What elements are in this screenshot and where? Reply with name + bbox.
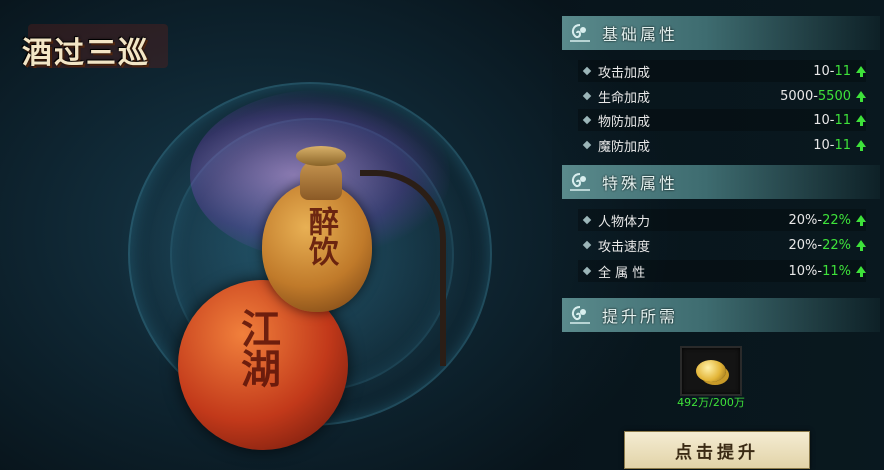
gourd-bottom-text: 江湖 bbox=[234, 308, 281, 388]
orb-icon bbox=[562, 16, 598, 50]
attr-old-value: 10- bbox=[813, 63, 835, 79]
section-title: 提升所需 bbox=[602, 307, 679, 326]
up-arrow-icon bbox=[856, 139, 866, 151]
attr-row-attack: 攻击加成 10- 11 bbox=[578, 60, 866, 82]
attr-label: 物防加成 bbox=[598, 114, 651, 130]
attr-label: 魔防加成 bbox=[598, 139, 651, 155]
attr-label: 攻击速度 bbox=[598, 239, 651, 255]
gourd-top: 醉饮 bbox=[262, 182, 372, 312]
game-stage: 酒过三巡 江湖 醉饮 基础属性 攻击加成 10- 11 生命加成 5000- 550… bbox=[0, 0, 884, 470]
attr-old-value: 20%- bbox=[788, 212, 823, 228]
gold-coins-icon bbox=[696, 360, 726, 382]
up-arrow-icon bbox=[856, 265, 866, 277]
bullet-icon bbox=[582, 115, 592, 125]
gourd-neck bbox=[300, 160, 342, 200]
attr-old-value: 10- bbox=[813, 137, 835, 153]
bullet-icon bbox=[582, 240, 592, 250]
attr-row-allstats: 全 属 性 10%- 11% bbox=[578, 260, 866, 282]
up-arrow-icon bbox=[856, 214, 866, 226]
bullet-icon bbox=[582, 66, 592, 76]
section-title: 基础属性 bbox=[602, 25, 679, 44]
section-title: 特殊属性 bbox=[602, 174, 679, 193]
special-attrs-header: 特殊属性 bbox=[562, 165, 880, 199]
attr-new-value: 22% bbox=[822, 237, 851, 253]
attr-new-value: 11 bbox=[834, 63, 851, 79]
attr-new-value: 11 bbox=[834, 137, 851, 153]
basic-attrs-header: 基础属性 bbox=[562, 16, 880, 50]
attr-label: 攻击加成 bbox=[598, 65, 651, 81]
bullet-icon bbox=[582, 215, 592, 225]
attr-row-atkspeed: 攻击速度 20%- 22% bbox=[578, 234, 866, 256]
item-title: 酒过三巡 bbox=[22, 36, 150, 71]
bullet-icon bbox=[582, 91, 592, 101]
attr-row-mdef: 魔防加成 10- 11 bbox=[578, 134, 866, 156]
gourd-cap bbox=[296, 146, 346, 166]
bullet-icon bbox=[582, 140, 592, 150]
attr-old-value: 5000- bbox=[780, 88, 818, 104]
up-arrow-icon bbox=[856, 239, 866, 251]
gourd-top-text: 醉饮 bbox=[303, 206, 338, 266]
attr-new-value: 11% bbox=[822, 263, 851, 279]
upgrade-button[interactable]: 点击提升 bbox=[624, 431, 810, 469]
attr-label: 全 属 性 bbox=[598, 265, 646, 281]
required-item-slot[interactable] bbox=[680, 346, 742, 396]
attr-old-value: 20%- bbox=[788, 237, 823, 253]
attr-old-value: 10%- bbox=[788, 263, 823, 279]
gourd-cord bbox=[360, 170, 446, 366]
required-item-count: 492万/200万 bbox=[677, 396, 745, 409]
requirement-header: 提升所需 bbox=[562, 298, 880, 332]
attr-old-value: 10- bbox=[813, 112, 835, 128]
attr-new-value: 22% bbox=[822, 212, 851, 228]
bullet-icon bbox=[582, 266, 592, 276]
attr-label: 生命加成 bbox=[598, 90, 651, 106]
attr-row-stamina: 人物体力 20%- 22% bbox=[578, 209, 866, 231]
attr-new-value: 11 bbox=[834, 112, 851, 128]
attr-label: 人物体力 bbox=[598, 214, 651, 230]
attr-new-value: 5500 bbox=[817, 88, 851, 104]
attr-row-hp: 生命加成 5000- 5500 bbox=[578, 85, 866, 107]
orb-icon bbox=[562, 298, 598, 332]
up-arrow-icon bbox=[856, 90, 866, 102]
up-arrow-icon bbox=[856, 65, 866, 77]
up-arrow-icon bbox=[856, 114, 866, 126]
attr-row-pdef: 物防加成 10- 11 bbox=[578, 109, 866, 131]
orb-icon bbox=[562, 165, 598, 199]
